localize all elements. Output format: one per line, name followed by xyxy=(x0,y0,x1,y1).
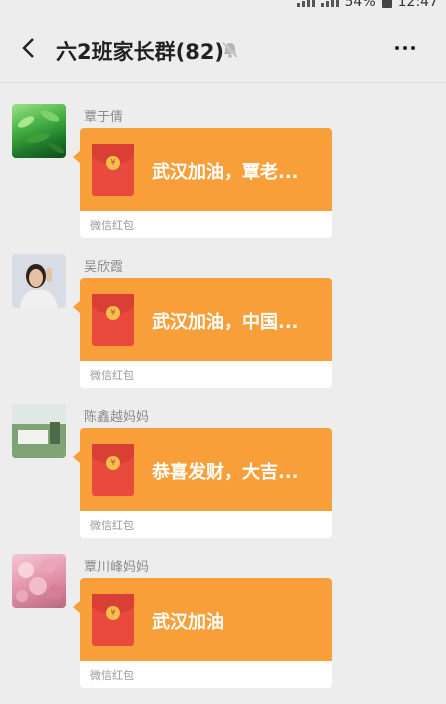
red-packet[interactable]: ¥ 恭喜发财，大吉... 微信红包 xyxy=(80,428,332,538)
red-packet-greeting: 武汉加油 xyxy=(152,612,224,633)
avatar[interactable] xyxy=(12,104,66,158)
sender-name: 陈鑫越妈妈 xyxy=(84,410,150,425)
message-item: 覃于倩 ¥ 武汉加油，覃老... 微信红包 xyxy=(0,104,446,254)
red-packet-body: ¥ 武汉加油 xyxy=(80,578,332,661)
sender-name: 吴欣霞 xyxy=(84,260,124,275)
red-packet-label: 微信红包 xyxy=(90,669,134,682)
clock: 12:47 xyxy=(397,0,438,10)
more-icon-dot xyxy=(395,46,399,50)
red-packet-body: ¥ 恭喜发财，大吉... xyxy=(80,428,332,511)
avatar[interactable] xyxy=(12,554,66,608)
portrait-image xyxy=(12,254,66,308)
red-packet-greeting: 恭喜发财，大吉... xyxy=(152,462,299,483)
signal-icon xyxy=(296,0,315,7)
more-options-button[interactable] xyxy=(390,36,420,60)
red-envelope-icon: ¥ xyxy=(92,594,134,646)
sender-name: 覃川峰妈妈 xyxy=(84,560,150,575)
more-icon-dot xyxy=(403,46,407,50)
coin-icon: ¥ xyxy=(106,156,120,170)
red-packet-label: 微信红包 xyxy=(90,519,134,532)
flowers-image xyxy=(16,559,63,602)
chat-header: 六2班家长群(82) xyxy=(0,14,446,83)
red-envelope-icon: ¥ xyxy=(92,444,134,496)
avatar[interactable] xyxy=(12,254,66,308)
message-item: 陈鑫越妈妈 ¥ 恭喜发财，大吉... 微信红包 xyxy=(0,404,446,554)
signal-icon-2 xyxy=(320,0,339,7)
chevron-left-icon xyxy=(22,38,34,58)
coin-icon: ¥ xyxy=(106,606,120,620)
red-packet-body: ¥ 武汉加油，中国... xyxy=(80,278,332,361)
red-packet[interactable]: ¥ 武汉加油，中国... 微信红包 xyxy=(80,278,332,388)
coin-icon: ¥ xyxy=(106,456,120,470)
message-item: 覃川峰妈妈 ¥ 武汉加油 微信红包 xyxy=(0,554,446,704)
coin-icon: ¥ xyxy=(106,306,120,320)
back-button[interactable] xyxy=(14,32,42,64)
message-item: 吴欣霞 ¥ 武汉加油，中国... 微信红包 xyxy=(0,254,446,404)
leaves-image xyxy=(17,110,64,154)
red-envelope-icon: ¥ xyxy=(92,144,134,196)
status-bar: 54% 12:47 xyxy=(0,0,446,14)
red-packet-body: ¥ 武汉加油，覃老... xyxy=(80,128,332,211)
battery-icon xyxy=(381,0,392,8)
more-icon-dot xyxy=(411,46,415,50)
outdoor-image xyxy=(12,404,66,458)
red-envelope-icon: ¥ xyxy=(92,294,134,346)
battery-percent: 54% xyxy=(344,0,376,10)
red-packet-label: 微信红包 xyxy=(90,369,134,382)
red-packet-label: 微信红包 xyxy=(90,219,134,232)
red-packet-greeting: 武汉加油，中国... xyxy=(152,312,299,333)
chat-title: 六2班家长群(82) xyxy=(56,40,225,64)
red-packet[interactable]: ¥ 武汉加油，覃老... 微信红包 xyxy=(80,128,332,238)
sender-name: 覃于倩 xyxy=(84,110,124,125)
mute-bell-icon xyxy=(222,42,238,58)
red-packet-greeting: 武汉加油，覃老... xyxy=(152,162,299,183)
red-packet[interactable]: ¥ 武汉加油 微信红包 xyxy=(80,578,332,688)
avatar[interactable] xyxy=(12,404,66,458)
